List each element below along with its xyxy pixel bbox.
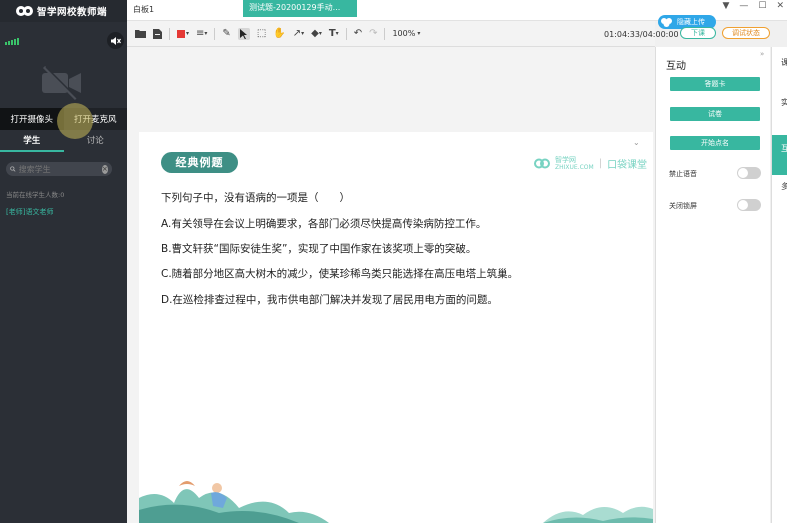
option-d: D.在巡检排查过程中，我市供电部门解决并发现了居民用电方面的问题。 [161, 294, 498, 306]
speaker-mute-icon [111, 36, 121, 45]
slide-brand-logo: 智学网 ZHIXUE.COM | 口袋课堂 [534, 156, 647, 171]
whiteboard-tab[interactable]: 白板1 [133, 4, 154, 15]
app-titlebar: 智学网校教师端 [0, 0, 127, 22]
speaker-mute-button[interactable] [107, 32, 124, 49]
region-select-icon[interactable]: ⬚ [257, 28, 266, 39]
cloud-upload-icon [661, 18, 672, 27]
expand-panel-icon[interactable]: » [760, 50, 764, 58]
tab-multimedia[interactable]: 多媒体 [772, 181, 787, 221]
zhixue-logo-icon [534, 158, 550, 169]
arrow-tool-icon[interactable]: ↗ ▾ [293, 28, 304, 39]
mute-voice-label: 禁止语音 [669, 170, 697, 178]
toolbar-divider [384, 27, 386, 40]
zoom-level: 100% [392, 29, 416, 38]
line-width-menu[interactable]: ≡ ▾ [196, 28, 207, 39]
option-a: A.有关领导在会议上明确要求，各部门必须尽快提高传染病防控工作。 [161, 218, 487, 230]
clear-search-icon[interactable]: × [101, 164, 108, 174]
panel-title: 互动 [666, 61, 686, 72]
minimize-button[interactable]: — [739, 0, 748, 12]
slide-page: ⌄ 经典例题 智学网 ZHIXUE.COM | 口袋课堂 下列句子中，没有语病的… [139, 132, 653, 523]
hand-pan-icon[interactable]: ✋ [273, 28, 285, 39]
debug-status-button[interactable]: 调试状态 [722, 27, 770, 39]
open-folder-icon[interactable] [135, 29, 146, 38]
brand-name: 智学网 [555, 155, 576, 164]
zoom-dropdown[interactable]: 100% ▾ [392, 29, 420, 38]
brand-program: 口袋课堂 [607, 160, 648, 171]
online-student-count: 当前在线学生人数:0 [6, 191, 65, 199]
text-tool-icon[interactable]: T ▾ [329, 28, 339, 39]
start-rollcall-button[interactable]: 开始点名 [670, 136, 760, 150]
close-button[interactable]: ✕ [776, 0, 784, 12]
left-tabs: 学生 讨论 [0, 134, 127, 152]
signal-strength-icon [5, 38, 19, 45]
pencil-icon[interactable]: ✎ [222, 28, 230, 39]
tab-interaction[interactable]: 互动 [772, 135, 787, 175]
tab-students[interactable]: 学生 [0, 134, 64, 152]
color-swatch [177, 29, 185, 38]
teacher-list-item[interactable]: [老师]语文老师 [6, 207, 53, 217]
toolbar-divider [214, 27, 216, 40]
window-controls: ▼ — ☐ ✕ [722, 0, 784, 12]
app-logo-icon [16, 5, 33, 17]
tab-courseware[interactable]: 课件 [772, 57, 787, 87]
open-camera-button[interactable]: 打开摄像头 [0, 108, 64, 130]
interaction-panel: » 互动 答题卡 试卷 开始点名 禁止语音 关闭锁屏 [655, 47, 770, 523]
tab-discussion[interactable]: 讨论 [64, 134, 128, 152]
end-class-button[interactable]: 下课 [680, 27, 716, 39]
mute-voice-row: 禁止语音 [669, 167, 764, 181]
mute-voice-toggle[interactable] [737, 167, 761, 179]
answer-card-button[interactable]: 答题卡 [670, 77, 760, 91]
maximize-button[interactable]: ☐ [758, 0, 766, 12]
document-tab[interactable]: 测试题-20200129手动... [243, 0, 357, 17]
camera-off-icon [42, 65, 81, 101]
brand-subtitle: ZHIXUE.COM [555, 163, 594, 171]
select-cursor-icon[interactable] [237, 27, 250, 40]
eraser-icon[interactable]: ◆ ▾ [311, 28, 322, 39]
student-search-input[interactable] [18, 164, 99, 174]
slide-badge: 经典例题 [161, 152, 238, 173]
toolbar-divider [345, 27, 347, 40]
search-icon [10, 166, 16, 172]
app-title: 智学网校教师端 [37, 7, 108, 18]
test-paper-button[interactable]: 试卷 [670, 107, 760, 121]
undo-icon[interactable]: ↶ [354, 28, 362, 39]
class-timer: 01:04:33/04:00:00 [604, 30, 679, 39]
lock-screen-label: 关闭锁屏 [669, 202, 697, 210]
option-c: C.随着部分地区高大树木的减少，使某珍稀鸟类只能选择在高压电塔上筑巢。 [161, 268, 519, 280]
right-tab-strip: 课件 实验 互动 多媒体 [771, 47, 787, 523]
dropdown-icon[interactable]: ▼ [722, 0, 729, 12]
lock-screen-toggle[interactable] [737, 199, 761, 211]
pen-color-picker[interactable]: ▾ [177, 29, 189, 38]
decorative-waves [543, 506, 653, 523]
left-panel: 智学网校教师端 打开摄像头 打开麦克风 学生 讨论 × 当前在线学生人数:0 [… [0, 0, 127, 523]
lock-screen-row: 关闭锁屏 [669, 199, 764, 213]
redo-icon[interactable]: ↷ [369, 28, 377, 39]
toolbar-divider [169, 27, 170, 40]
collapse-chevron-icon[interactable]: ⌄ [633, 138, 640, 147]
option-b: B.曹文轩获“国际安徒生奖”，实现了中国作家在该奖项上零的突破。 [161, 243, 477, 255]
student-search: × [6, 162, 112, 176]
tab-experiment[interactable]: 实验 [772, 97, 787, 127]
drawing-toolbar: ▾ ≡ ▾ ✎ ⬚ ✋ ↗ ▾ ◆ ▾ T ▾ ↶ ↷ 100% ▾ [127, 21, 655, 47]
decorative-landscape [139, 481, 329, 523]
file-icon[interactable] [153, 28, 162, 39]
question-stem: 下列句子中，没有语病的一项是（ ） [161, 192, 350, 204]
